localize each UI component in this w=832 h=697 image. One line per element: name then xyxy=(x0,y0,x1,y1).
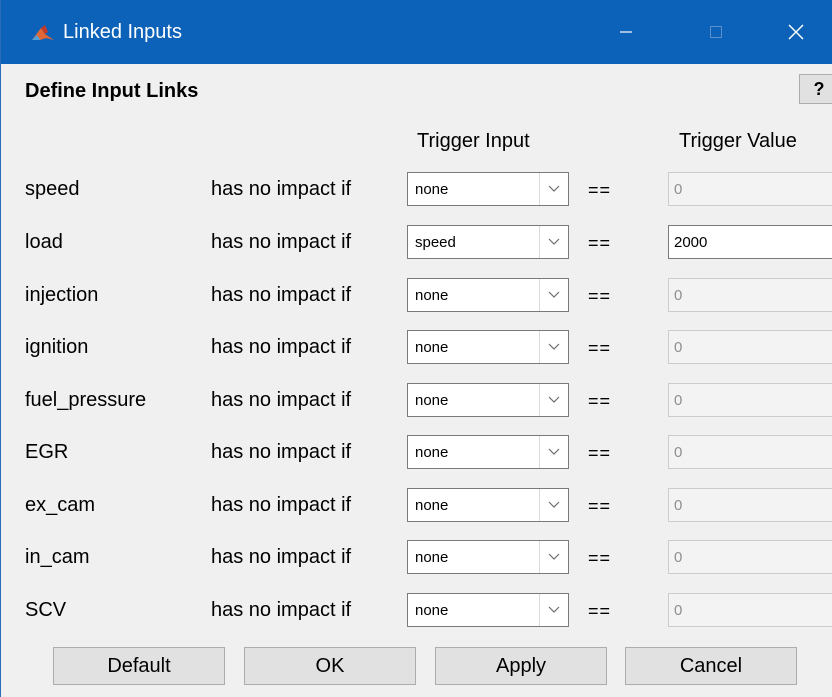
equals-operator: == xyxy=(588,286,612,306)
chevron-down-icon[interactable] xyxy=(539,279,568,311)
dropdown-value: none xyxy=(415,339,449,356)
input-name: ex_cam xyxy=(25,494,96,516)
trigger-value-field: 0 xyxy=(668,540,832,574)
help-button[interactable]: ? xyxy=(799,74,832,104)
maximize-button[interactable] xyxy=(681,0,751,64)
condition-label: has no impact if xyxy=(211,231,352,253)
input-name: injection xyxy=(25,284,99,306)
chevron-down-icon[interactable] xyxy=(539,594,568,626)
default-button[interactable]: Default xyxy=(53,647,225,685)
trigger-input-dropdown[interactable]: none xyxy=(407,540,569,574)
window-title: Linked Inputs xyxy=(63,21,182,43)
input-name: in_cam xyxy=(25,546,90,568)
trigger-value-text: 0 xyxy=(674,392,683,409)
matlab-icon xyxy=(32,25,54,40)
trigger-value-field: 0 xyxy=(668,330,832,364)
minimize-icon xyxy=(620,31,632,33)
dropdown-value: none xyxy=(415,287,449,304)
condition-label: has no impact if xyxy=(211,546,352,568)
chevron-down-icon[interactable] xyxy=(539,331,568,363)
trigger-input-dropdown[interactable]: none xyxy=(407,172,569,206)
trigger-value-field: 0 xyxy=(668,435,832,469)
linked-inputs-window: Linked Inputs Define Input Links ? Trigg… xyxy=(0,0,832,697)
trigger-value-text: 0 xyxy=(674,339,683,356)
maximize-icon xyxy=(710,26,722,38)
dropdown-value: none xyxy=(415,444,449,461)
equals-operator: == xyxy=(588,548,612,568)
trigger-input-dropdown[interactable]: none xyxy=(407,383,569,417)
close-icon xyxy=(788,24,804,40)
input-name: speed xyxy=(25,178,80,200)
cancel-button[interactable]: Cancel xyxy=(625,647,797,685)
link-row: ignition has no impact if none == 0 xyxy=(1,330,832,364)
condition-label: has no impact if xyxy=(211,336,352,358)
trigger-value-text: 0 xyxy=(674,497,683,514)
equals-operator: == xyxy=(588,601,612,621)
link-row: injection has no impact if none == 0 xyxy=(1,278,832,312)
link-row: fuel_pressure has no impact if none == 0 xyxy=(1,383,832,417)
trigger-value-field: 0 xyxy=(668,488,832,522)
trigger-value-field: 0 xyxy=(668,593,832,627)
input-name: fuel_pressure xyxy=(25,389,147,411)
trigger-value-field[interactable]: 2000 xyxy=(668,225,832,259)
chevron-down-icon[interactable] xyxy=(539,541,568,573)
chevron-down-icon[interactable] xyxy=(539,173,568,205)
condition-label: has no impact if xyxy=(211,494,352,516)
link-row: EGR has no impact if none == 0 xyxy=(1,435,832,469)
dropdown-value: none xyxy=(415,602,449,619)
close-button[interactable] xyxy=(761,0,831,64)
header-trigger-value: Trigger Value xyxy=(679,130,797,152)
header-trigger-input: Trigger Input xyxy=(417,130,530,152)
dropdown-value: speed xyxy=(415,234,456,251)
trigger-input-dropdown[interactable]: speed xyxy=(407,225,569,259)
trigger-value-text: 0 xyxy=(674,549,683,566)
input-name: EGR xyxy=(25,441,69,463)
equals-operator: == xyxy=(588,180,612,200)
trigger-value-field: 0 xyxy=(668,172,832,206)
trigger-value-field: 0 xyxy=(668,383,832,417)
panel-title: Define Input Links xyxy=(25,80,199,102)
trigger-value-text: 0 xyxy=(674,181,683,198)
condition-label: has no impact if xyxy=(211,284,352,306)
ok-button[interactable]: OK xyxy=(244,647,416,685)
trigger-value-field: 0 xyxy=(668,278,832,312)
trigger-input-dropdown[interactable]: none xyxy=(407,435,569,469)
minimize-button[interactable] xyxy=(591,0,661,64)
trigger-value-text: 0 xyxy=(674,444,683,461)
dropdown-value: none xyxy=(415,181,449,198)
dropdown-value: none xyxy=(415,392,449,409)
trigger-value-text: 0 xyxy=(674,602,683,619)
link-row: ex_cam has no impact if none == 0 xyxy=(1,488,832,522)
equals-operator: == xyxy=(588,233,612,253)
chevron-down-icon[interactable] xyxy=(539,436,568,468)
link-row: load has no impact if speed == 2000 xyxy=(1,225,832,259)
trigger-input-dropdown[interactable]: none xyxy=(407,330,569,364)
input-name: load xyxy=(25,231,63,253)
link-row: speed has no impact if none == 0 xyxy=(1,172,832,206)
trigger-input-dropdown[interactable]: none xyxy=(407,278,569,312)
trigger-value-text: 2000 xyxy=(674,234,708,251)
input-name: SCV xyxy=(25,599,67,621)
dropdown-value: none xyxy=(415,549,449,566)
title-bar[interactable]: Linked Inputs xyxy=(1,0,832,64)
link-row: SCV has no impact if none == 0 xyxy=(1,593,832,627)
chevron-down-icon[interactable] xyxy=(539,489,568,521)
apply-button[interactable]: Apply xyxy=(435,647,607,685)
trigger-input-dropdown[interactable]: none xyxy=(407,593,569,627)
chevron-down-icon[interactable] xyxy=(539,384,568,416)
equals-operator: == xyxy=(588,443,612,463)
equals-operator: == xyxy=(588,338,612,358)
dropdown-value: none xyxy=(415,497,449,514)
chevron-down-icon[interactable] xyxy=(539,226,568,258)
equals-operator: == xyxy=(588,391,612,411)
link-row: in_cam has no impact if none == 0 xyxy=(1,540,832,574)
condition-label: has no impact if xyxy=(211,599,352,621)
trigger-value-text: 0 xyxy=(674,287,683,304)
input-name: ignition xyxy=(25,336,89,358)
condition-label: has no impact if xyxy=(211,441,352,463)
equals-operator: == xyxy=(588,496,612,516)
condition-label: has no impact if xyxy=(211,389,352,411)
trigger-input-dropdown[interactable]: none xyxy=(407,488,569,522)
condition-label: has no impact if xyxy=(211,178,352,200)
